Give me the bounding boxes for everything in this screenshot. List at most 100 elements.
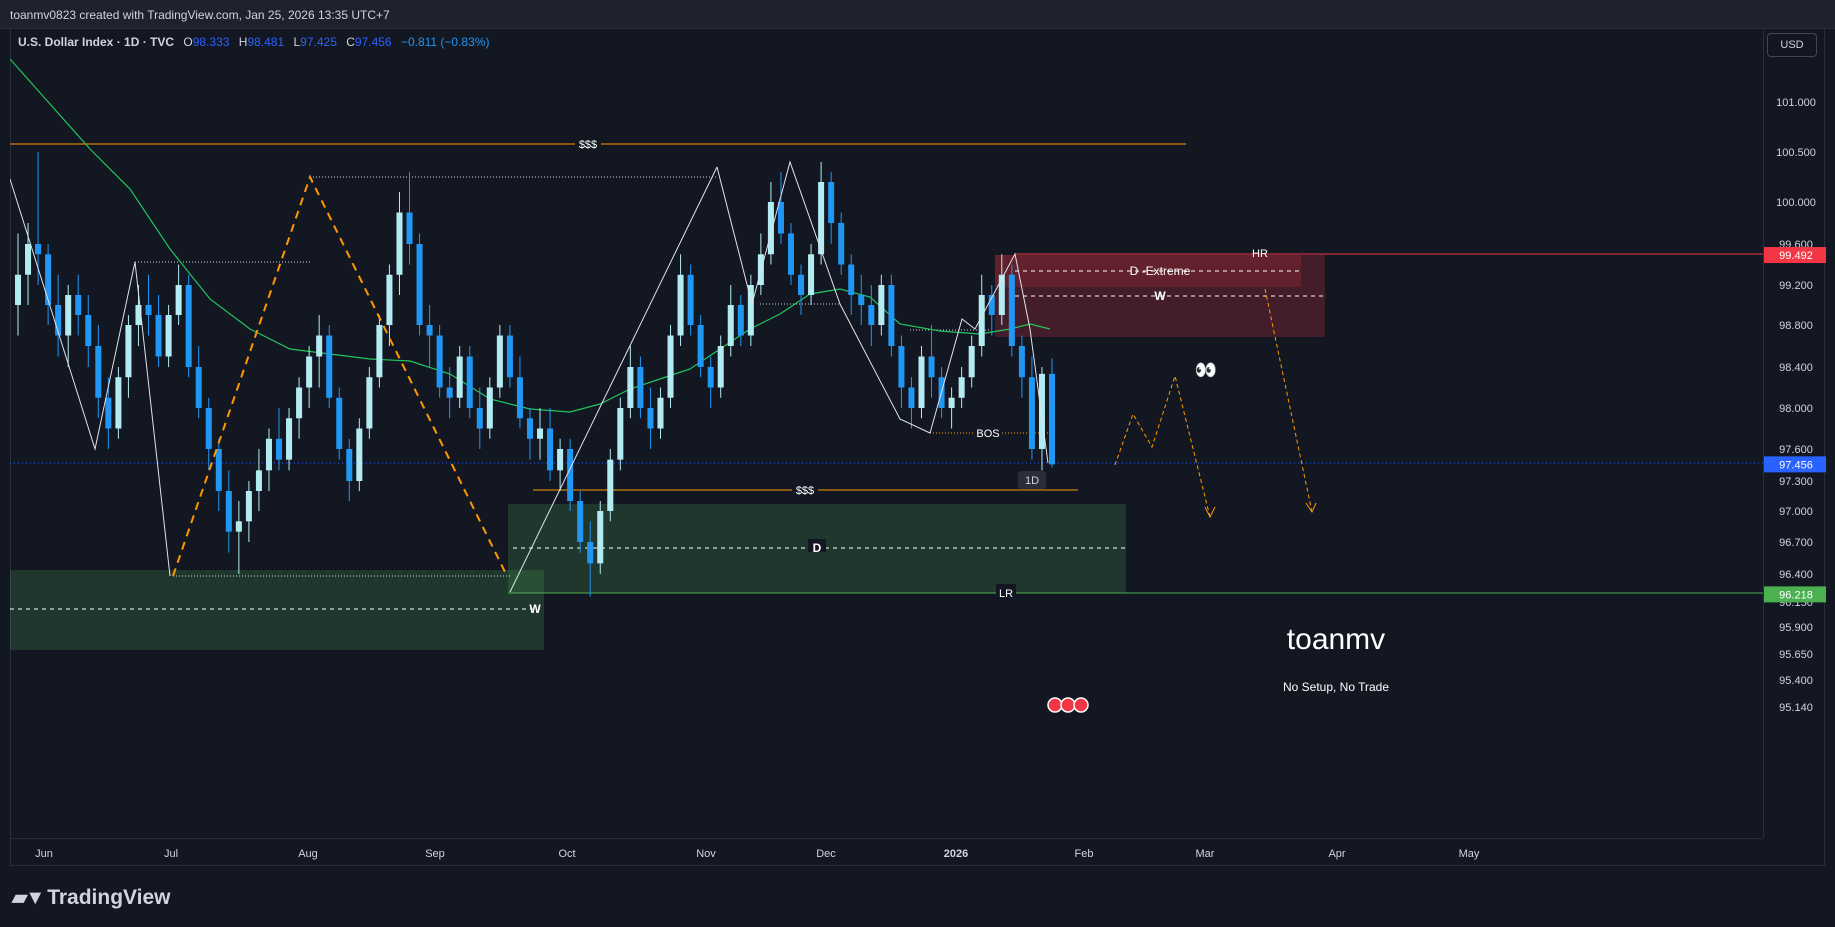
candle-body (366, 377, 373, 429)
candle (537, 408, 544, 460)
candle (65, 285, 72, 367)
candle-body (968, 346, 975, 378)
candle-body (898, 346, 905, 388)
price-tick: 95.140 (1779, 702, 1813, 714)
price-tick: 95.650 (1779, 649, 1813, 661)
candle (637, 356, 644, 419)
candle-body (416, 244, 423, 325)
candle (296, 377, 303, 439)
candle-body (376, 325, 383, 378)
currency-button[interactable]: USD (1767, 33, 1817, 57)
candle (386, 264, 393, 346)
price-chart[interactable]: $$$ $$$ BOS D -Extreme W HR D LR W 1D 👀 toanmv No Se… (9, 29, 1763, 838)
candle-body (888, 285, 895, 346)
candle-body (245, 491, 252, 522)
price-tick: 96.700 (1779, 537, 1813, 549)
candle (75, 274, 82, 336)
chart-pane[interactable]: $$$ $$$ BOS D -Extreme W HR D LR W 1D 👀 toanmv No Se… (9, 29, 1763, 838)
time-tick: Jul (164, 848, 178, 860)
candle (316, 315, 323, 388)
candle-body (958, 377, 965, 398)
time-axis[interactable]: Jun Jul Aug Sep Oct Nov Dec 2026 Feb Mar Apr May (10, 838, 1763, 867)
candle (326, 325, 333, 408)
event-flag-icon (1047, 697, 1063, 713)
time-tick: Feb (1075, 848, 1094, 860)
candle (557, 438, 564, 491)
candle (1008, 264, 1015, 357)
candle (346, 438, 353, 501)
candle (567, 438, 574, 511)
change-value: −0.811 (−0.83%) (400, 35, 490, 49)
open-label: O (183, 35, 193, 49)
price-tick: 99.200 (1779, 280, 1813, 292)
candle (376, 315, 383, 388)
candle (456, 346, 463, 408)
candle-body (316, 335, 323, 357)
tradingview-logo-icon: ▰▼ (12, 887, 45, 909)
candle (968, 335, 975, 388)
candle-body (647, 408, 654, 429)
candle-body (306, 356, 313, 388)
candle-body (777, 202, 784, 234)
price-tick: 98.000 (1779, 403, 1813, 415)
candle (858, 274, 865, 325)
candle (607, 449, 614, 522)
candle-body (667, 335, 674, 398)
price-tick: 97.300 (1779, 476, 1813, 488)
candle (657, 387, 664, 439)
symbol-legend[interactable]: U.S. Dollar Index · 1D · TVC O98.333 H98… (18, 35, 489, 49)
candle-body (948, 397, 955, 408)
candle-body (868, 305, 875, 325)
candle (617, 397, 624, 471)
candle-body (165, 315, 172, 357)
candle-body (486, 387, 493, 429)
candle (306, 346, 313, 408)
price-label-0: 99.492 (1779, 250, 1813, 262)
candle (466, 346, 473, 419)
candle (45, 244, 52, 325)
candle (888, 274, 895, 357)
candle-body (346, 449, 353, 481)
candle (396, 192, 403, 295)
time-tick: Mar (1196, 848, 1215, 860)
daily-demand-label: D (813, 541, 822, 555)
candle (908, 377, 915, 429)
high-range-label: HR (1252, 248, 1268, 260)
high-value: 98.481 (247, 35, 285, 49)
candle-body (75, 295, 82, 315)
tradingview-logo[interactable]: ▰▼ TradingView (12, 885, 171, 910)
candle (225, 470, 232, 553)
candle-body (737, 305, 744, 336)
symbol-name[interactable]: U.S. Dollar Index · 1D · TVC (18, 35, 174, 49)
time-tick: Aug (298, 848, 318, 860)
price-tick: 98.800 (1779, 320, 1813, 332)
close-value: 97.456 (354, 35, 392, 49)
candle (717, 335, 724, 398)
candle (848, 254, 855, 315)
candle-body (1008, 274, 1015, 346)
candle-body (516, 377, 523, 419)
candle (777, 172, 784, 244)
candle (767, 182, 774, 265)
candle-body (1038, 373, 1045, 449)
candle-body (45, 254, 52, 305)
candle (868, 285, 875, 346)
price-axis[interactable]: 101.500101.000100.500100.00099.60099.200… (1763, 29, 1826, 838)
time-tick: 2026 (944, 848, 968, 860)
candle-body (587, 542, 594, 564)
candle-body (767, 202, 774, 255)
candle (878, 274, 885, 336)
projection-arrow-2 (1305, 502, 1317, 514)
candle-body (65, 295, 72, 336)
price-axis-svg: 101.500101.000100.500100.00099.60099.200… (1764, 48, 1826, 714)
candle-body (506, 335, 513, 378)
candle (1048, 358, 1056, 468)
candle-body (567, 449, 574, 501)
no-setup-note: No Setup, No Trade (1283, 680, 1389, 694)
moving-average-layer (9, 58, 1051, 413)
candle (255, 449, 262, 511)
time-tick: Nov (696, 848, 716, 860)
brand-name: TradingView (47, 886, 171, 909)
candle (336, 387, 343, 460)
candle-body (496, 335, 503, 388)
